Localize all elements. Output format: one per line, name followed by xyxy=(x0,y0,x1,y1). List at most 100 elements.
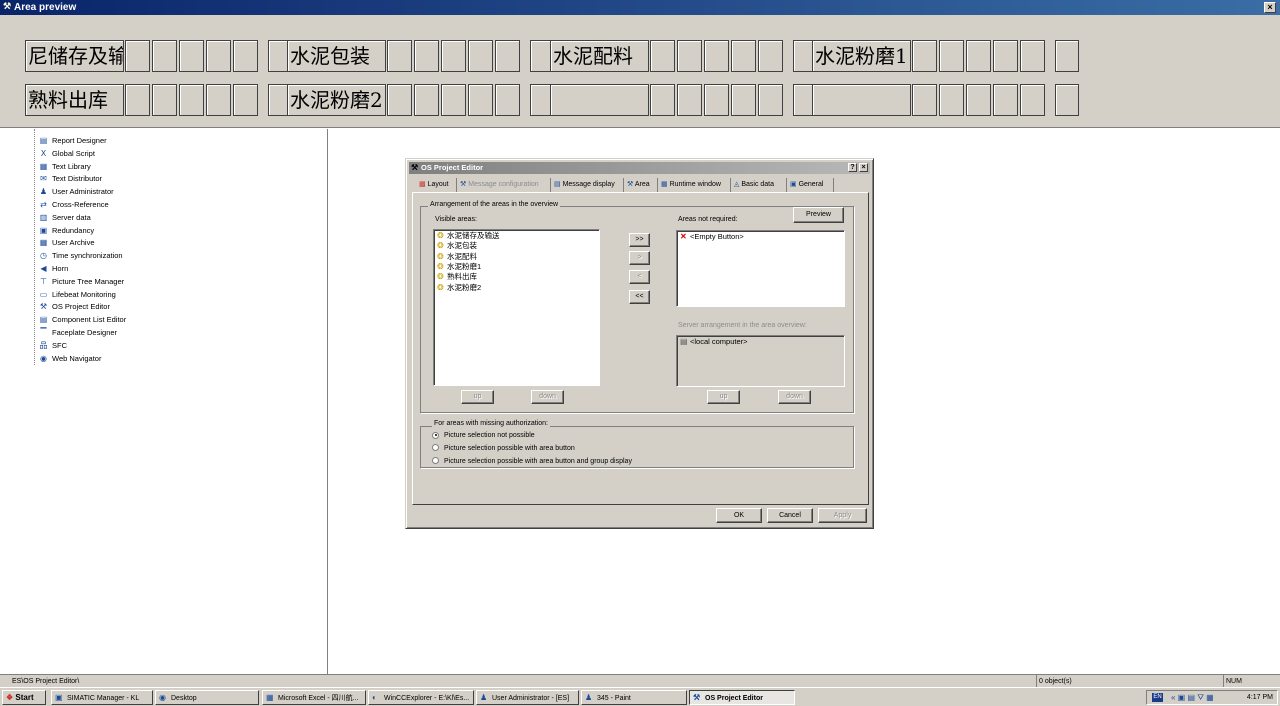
area-button[interactable] xyxy=(550,84,649,116)
group-display-cell[interactable] xyxy=(414,40,439,72)
group-display-cell[interactable] xyxy=(441,40,466,72)
tree-item[interactable]: ◀ Horn xyxy=(38,262,68,275)
tab-general[interactable]: ▣ General xyxy=(787,178,834,192)
group-display-cell[interactable] xyxy=(677,84,702,116)
group-display-cell[interactable] xyxy=(152,84,177,116)
visible-area-item[interactable]: ❂ 水泥储存及输送 xyxy=(437,231,500,242)
taskbar-item[interactable]: ♟ 345 - Paint xyxy=(581,690,687,705)
group-display-cell[interactable] xyxy=(233,84,258,116)
tab-message-configuration[interactable]: ⚒ Message configuration xyxy=(457,178,551,192)
area-button[interactable]: 尼储存及输 xyxy=(25,40,124,72)
group-display-cell[interactable] xyxy=(939,84,964,116)
tree-item[interactable]: ▦ Text Library xyxy=(38,160,91,173)
group-display-cell[interactable] xyxy=(206,84,231,116)
visible-area-item[interactable]: ❂ 熟料出库 xyxy=(437,272,477,283)
move-button-1[interactable]: > xyxy=(629,251,650,265)
tab-message-display[interactable]: ▤ Message display xyxy=(551,178,624,192)
tree-item[interactable]: ▤ Report Designer xyxy=(38,134,107,147)
group-display-cell[interactable] xyxy=(758,40,783,72)
group-display-cell[interactable] xyxy=(731,84,756,116)
help-icon[interactable]: ? xyxy=(848,163,857,172)
group-display-cell[interactable] xyxy=(441,84,466,116)
close-icon[interactable]: × xyxy=(1264,2,1276,13)
visible-down-button[interactable]: down xyxy=(531,390,564,404)
tree-item[interactable]: ⇄ Cross-Reference xyxy=(38,198,109,211)
cancel-button[interactable]: Cancel xyxy=(767,508,813,523)
group-display-cell[interactable] xyxy=(704,84,729,116)
tab-layout[interactable]: ▩ Layout xyxy=(416,178,457,192)
area-button[interactable]: 水泥配料 xyxy=(550,40,649,72)
group-display-cell[interactable] xyxy=(758,84,783,116)
group-display-cell[interactable] xyxy=(125,84,150,116)
taskbar-item[interactable]: ◐ WinCCExplorer - E:\Kl\Es... xyxy=(368,690,474,705)
tray-icons[interactable]: « ▣ ▤ ⛛ ▦ xyxy=(1171,691,1214,704)
move-button-0[interactable]: >> xyxy=(629,233,650,247)
area-button[interactable]: 水泥包装 xyxy=(287,40,386,72)
server-arrangement-list[interactable]: ▤ <local computer> xyxy=(676,335,845,387)
group-display-cell[interactable] xyxy=(125,40,150,72)
tab-basic-data[interactable]: ◬ Basic data xyxy=(731,178,787,192)
auth-radio-0[interactable]: Picture selection not possible xyxy=(432,431,535,441)
group-display-cell[interactable] xyxy=(1055,40,1079,72)
group-display-cell[interactable] xyxy=(1055,84,1079,116)
tree-item[interactable]: ▭ Lifebeat Monitoring xyxy=(38,288,116,301)
group-display-cell[interactable] xyxy=(650,84,675,116)
tree-item[interactable]: ◉ Web Navigator xyxy=(38,352,101,365)
auth-radio-2[interactable]: Picture selection possible with area but… xyxy=(432,457,632,467)
group-display-cell[interactable] xyxy=(1020,84,1045,116)
tree-item[interactable]: ▥ Server data xyxy=(38,211,91,224)
group-display-cell[interactable] xyxy=(387,40,412,72)
tree-item[interactable]: Ⅹ Global Script xyxy=(38,147,95,160)
tab-runtime-window[interactable]: ▦ Runtime window xyxy=(658,178,731,192)
tree-item[interactable]: ✉ Text Distributor xyxy=(38,172,102,185)
preview-button[interactable]: Preview xyxy=(793,207,844,223)
visible-area-item[interactable]: ❂ 水泥配料 xyxy=(437,252,477,263)
tree-item[interactable]: 品 SFC xyxy=(38,339,68,352)
tree-item[interactable]: ▔ Faceplate Designer xyxy=(38,326,117,339)
group-display-cell[interactable] xyxy=(731,40,756,72)
group-display-cell[interactable] xyxy=(414,84,439,116)
tab-area[interactable]: ⚒ Area xyxy=(624,178,658,192)
server-down-button[interactable]: down xyxy=(778,390,811,404)
group-display-cell[interactable] xyxy=(912,84,937,116)
taskbar-item[interactable]: ◉ Desktop xyxy=(155,690,259,705)
group-display-cell[interactable] xyxy=(206,40,231,72)
area-button[interactable]: 水泥粉磨1 xyxy=(812,40,911,72)
group-display-cell[interactable] xyxy=(233,40,258,72)
group-display-cell[interactable] xyxy=(152,40,177,72)
move-button-3[interactable]: << xyxy=(629,290,650,304)
tree-item[interactable]: ♟ User Administrator xyxy=(38,185,114,198)
tree-item[interactable]: ◷ Time synchronization xyxy=(38,249,123,262)
group-display-cell[interactable] xyxy=(495,40,520,72)
group-display-cell[interactable] xyxy=(993,84,1018,116)
ok-button[interactable]: OK xyxy=(716,508,762,523)
group-display-cell[interactable] xyxy=(179,84,204,116)
group-display-cell[interactable] xyxy=(387,84,412,116)
group-display-cell[interactable] xyxy=(468,40,493,72)
visible-areas-list[interactable]: ❂ 水泥储存及输送 ❂ 水泥包装 ❂ 水泥配料 ❂ 水泥粉磨1 ❂ 熟料出库 ❂ 水泥粉磨2 xyxy=(433,229,600,386)
visible-up-button[interactable]: up xyxy=(461,390,494,404)
language-indicator[interactable]: EN xyxy=(1152,693,1163,702)
visible-area-item[interactable]: ❂ 水泥粉磨2 xyxy=(437,283,481,294)
areas-not-required-list[interactable]: ✕ <Empty Button> xyxy=(676,230,845,307)
tree-item[interactable]: ⚒ OS Project Editor xyxy=(38,300,110,313)
area-button[interactable]: 熟料出库 xyxy=(25,84,124,116)
area-button[interactable]: 水泥粉磨2 xyxy=(287,84,386,116)
group-display-cell[interactable] xyxy=(912,40,937,72)
tree-item[interactable]: ⊤ Picture Tree Manager xyxy=(38,275,124,288)
server-up-button[interactable]: up xyxy=(707,390,740,404)
visible-area-item[interactable]: ❂ 水泥包装 xyxy=(437,241,477,252)
taskbar-item[interactable]: ♟ User Administrator - [ES] xyxy=(476,690,579,705)
group-display-cell[interactable] xyxy=(966,84,991,116)
not-required-item[interactable]: ✕ <Empty Button> xyxy=(680,232,744,243)
taskbar-item[interactable]: ⚒ OS Project Editor xyxy=(689,690,795,705)
visible-area-item[interactable]: ❂ 水泥粉磨1 xyxy=(437,262,481,273)
dialog-close-icon[interactable]: × xyxy=(859,163,868,172)
tree-item[interactable]: ▤ Component List Editor xyxy=(38,313,127,326)
group-display-cell[interactable] xyxy=(650,40,675,72)
start-button[interactable]: ❖ Start xyxy=(2,690,46,705)
move-button-2[interactable]: < xyxy=(629,270,650,284)
auth-radio-1[interactable]: Picture selection possible with area but… xyxy=(432,444,575,454)
group-display-cell[interactable] xyxy=(677,40,702,72)
tree-item[interactable]: ▣ Redundancy xyxy=(38,224,94,237)
